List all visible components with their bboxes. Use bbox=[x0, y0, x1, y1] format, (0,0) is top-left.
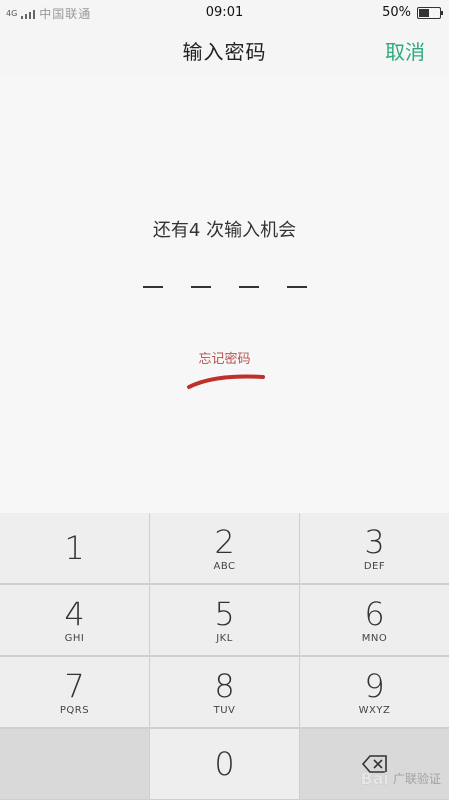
key-letters: WXYZ bbox=[358, 704, 391, 716]
watermark-label: 广联验证 bbox=[392, 772, 441, 786]
pin-slot bbox=[190, 286, 211, 288]
key-4[interactable]: 4 GHI bbox=[0, 585, 149, 655]
key-7[interactable]: 7 PQRS bbox=[0, 657, 149, 727]
pin-slot bbox=[286, 286, 307, 288]
attempts-remaining-text: 还有4 次输入机会 bbox=[152, 220, 297, 241]
key-letters: PQRS bbox=[59, 704, 90, 716]
forgot-password-link[interactable]: 忘记密码 bbox=[0, 348, 449, 367]
key-8[interactable]: 8 TUV bbox=[150, 657, 299, 727]
page-title: 输入密码 bbox=[182, 40, 267, 64]
watermark: Bai 广联验证 bbox=[361, 769, 442, 788]
delete-key[interactable] bbox=[300, 729, 449, 799]
pin-slots bbox=[0, 286, 449, 288]
key-letters: DEF bbox=[363, 560, 386, 572]
battery-percent: 50% bbox=[382, 5, 411, 20]
pin-slot bbox=[142, 286, 163, 288]
key-6[interactable]: 6 MNO bbox=[300, 585, 449, 655]
key-digit: 6 bbox=[364, 594, 385, 633]
status-bar: 4G 中国联通 09:01 50% bbox=[0, 0, 449, 26]
keypad-blank bbox=[0, 729, 149, 799]
header: 输入密码 取消 bbox=[0, 26, 449, 76]
watermark-brand: Bai bbox=[360, 769, 389, 788]
key-letters: JKL bbox=[216, 632, 233, 644]
key-letters: TUV bbox=[213, 704, 236, 716]
red-underline-annotation bbox=[187, 374, 265, 389]
key-digit: 3 bbox=[364, 522, 385, 561]
key-2[interactable]: 2 ABC bbox=[150, 513, 299, 583]
key-0[interactable]: 0 bbox=[150, 729, 299, 799]
key-digit: 0 bbox=[214, 745, 235, 783]
key-digit: 5 bbox=[214, 594, 235, 633]
key-5[interactable]: 5 JKL bbox=[150, 585, 299, 655]
cancel-button[interactable]: 取消 bbox=[385, 36, 425, 65]
key-letters: GHI bbox=[64, 632, 85, 644]
key-9[interactable]: 9 WXYZ bbox=[300, 657, 449, 727]
key-letters: ABC bbox=[213, 560, 236, 572]
key-digit: 2 bbox=[214, 522, 235, 561]
key-digit: 1 bbox=[64, 529, 85, 567]
battery-icon bbox=[417, 6, 443, 19]
numeric-keypad: 1 2 ABC 3 DEF 4 GHI 5 JKL 6 MNO 7 PQRS 8 TUV 9 WXYZ 0 Bai 广… bbox=[0, 513, 449, 800]
key-digit: 4 bbox=[64, 594, 85, 633]
key-letters: MNO bbox=[361, 632, 388, 644]
battery-fill bbox=[419, 8, 429, 17]
pin-slot bbox=[238, 286, 259, 288]
status-right: 50% bbox=[382, 5, 443, 20]
key-1[interactable]: 1 bbox=[0, 513, 149, 583]
key-3[interactable]: 3 DEF bbox=[300, 513, 449, 583]
key-digit: 8 bbox=[214, 666, 235, 705]
password-panel: 还有4 次输入机会 忘记密码 bbox=[0, 76, 449, 513]
key-digit: 7 bbox=[64, 666, 85, 705]
key-digit: 9 bbox=[364, 666, 385, 705]
